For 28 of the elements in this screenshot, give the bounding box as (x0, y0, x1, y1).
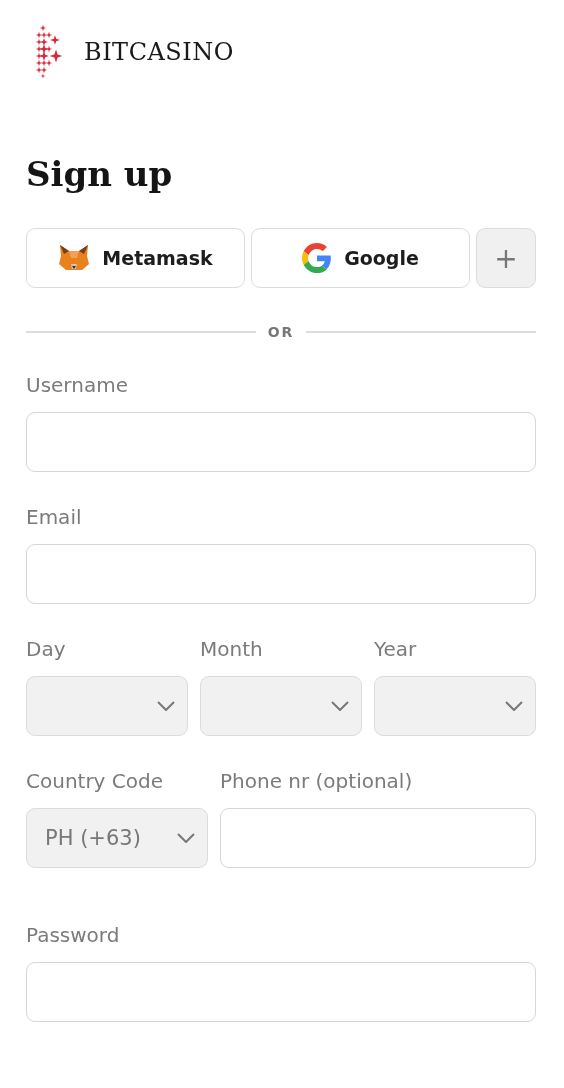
chevron-down-icon (331, 701, 349, 711)
divider-label: OR (267, 324, 295, 340)
field-label: Username (26, 372, 129, 398)
input-field[interactable] (26, 412, 536, 472)
dropdown[interactable] (374, 676, 536, 736)
google-icon (302, 243, 333, 273)
field-label: Phone nr (optional) (220, 768, 414, 794)
brand-name: BITCASINO (84, 38, 234, 66)
dropdown[interactable]: PH (+63) (26, 808, 208, 868)
input-field[interactable] (26, 544, 536, 604)
dropdown[interactable] (200, 676, 362, 736)
fox-icon (58, 244, 91, 272)
chevron-down-icon (505, 701, 523, 711)
metamask-sign-in-button[interactable]: Metamask (26, 228, 245, 288)
field-label: Month (200, 636, 264, 662)
chevron-down-icon (157, 701, 175, 711)
more-options-button[interactable]: + (476, 228, 536, 288)
password-field[interactable] (26, 962, 536, 1022)
input-field[interactable] (220, 808, 536, 868)
field-label: Year (374, 636, 418, 662)
google-sign-in-button[interactable]: Google (251, 228, 470, 288)
page-title: Sign up (26, 154, 174, 194)
field-label: Password (26, 922, 121, 948)
field-label: Country Code (26, 768, 164, 794)
dropdown[interactable] (26, 676, 188, 736)
field-label: Day (26, 636, 67, 662)
chevron-down-icon (177, 833, 195, 843)
field-label: Email (26, 504, 83, 530)
